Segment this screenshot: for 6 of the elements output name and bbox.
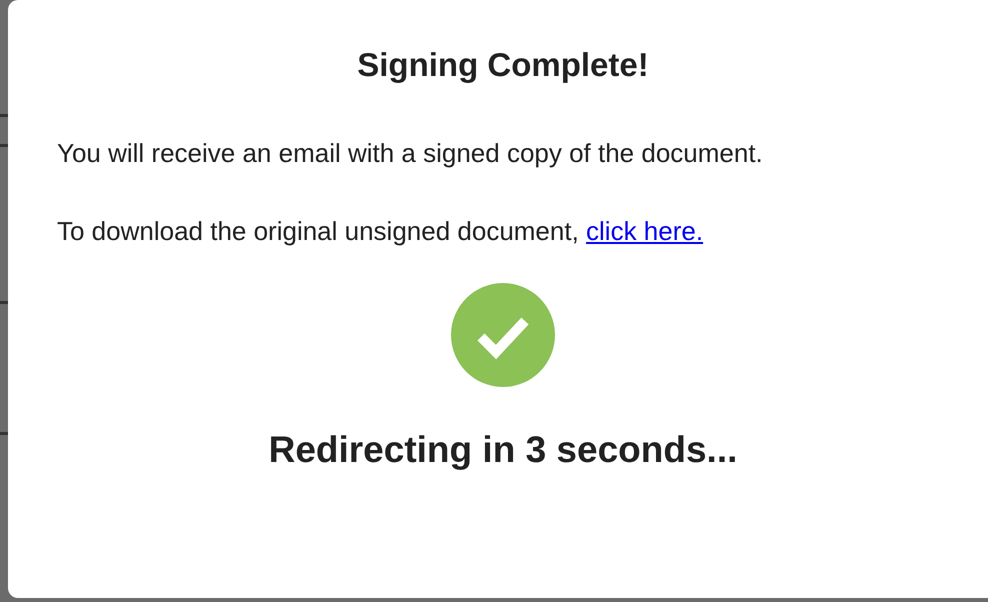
download-link[interactable]: click here. xyxy=(586,216,704,246)
redirect-status: Redirecting in 3 seconds... xyxy=(268,428,738,472)
download-text: To download the original unsigned document, click here. xyxy=(57,214,704,248)
message-text: You will receive an email with a signed copy of the document. xyxy=(57,137,764,170)
dialog-title: Signing Complete! xyxy=(357,45,649,85)
checkmark-icon xyxy=(451,283,555,388)
